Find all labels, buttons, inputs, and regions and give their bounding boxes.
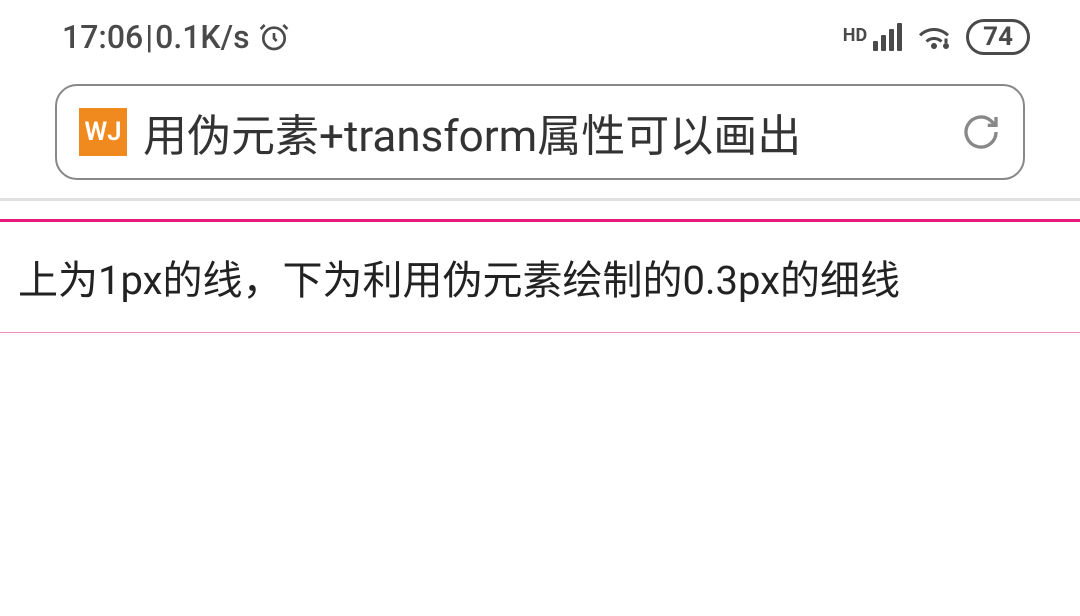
content-area: 上为1px的线，下为利用伪元素绘制的0.3px的细线 xyxy=(0,198,1080,333)
status-speed: 0.1K/s xyxy=(155,18,249,56)
thin-line-03px xyxy=(0,332,1080,333)
battery-level: 74 xyxy=(983,24,1013,50)
wifi-icon xyxy=(916,21,952,53)
page-title: 用伪元素+transform属性可以画出 xyxy=(143,100,933,164)
status-left: 17:06 | 0.1K/s xyxy=(62,18,290,56)
status-right: HD 74 xyxy=(843,19,1030,55)
favicon-text: WJ xyxy=(84,117,121,147)
signal-bars-icon xyxy=(873,23,902,51)
hd-label: HD xyxy=(843,25,867,46)
hd-signal-indicator: HD xyxy=(843,23,902,51)
status-time: 17:06 xyxy=(62,18,143,56)
url-bar[interactable]: WJ 用伪元素+transform属性可以画出 xyxy=(55,84,1025,180)
url-bar-container: WJ 用伪元素+transform属性可以画出 xyxy=(0,74,1080,198)
alarm-icon xyxy=(258,21,290,53)
status-bar: 17:06 | 0.1K/s HD xyxy=(0,0,1080,74)
status-separator: | xyxy=(145,18,153,56)
caption-text: 上为1px的线，下为利用伪元素绘制的0.3px的细线 xyxy=(0,222,1080,332)
favicon: WJ xyxy=(79,108,127,156)
battery-indicator: 74 xyxy=(966,19,1030,55)
reload-icon[interactable] xyxy=(961,112,1001,152)
